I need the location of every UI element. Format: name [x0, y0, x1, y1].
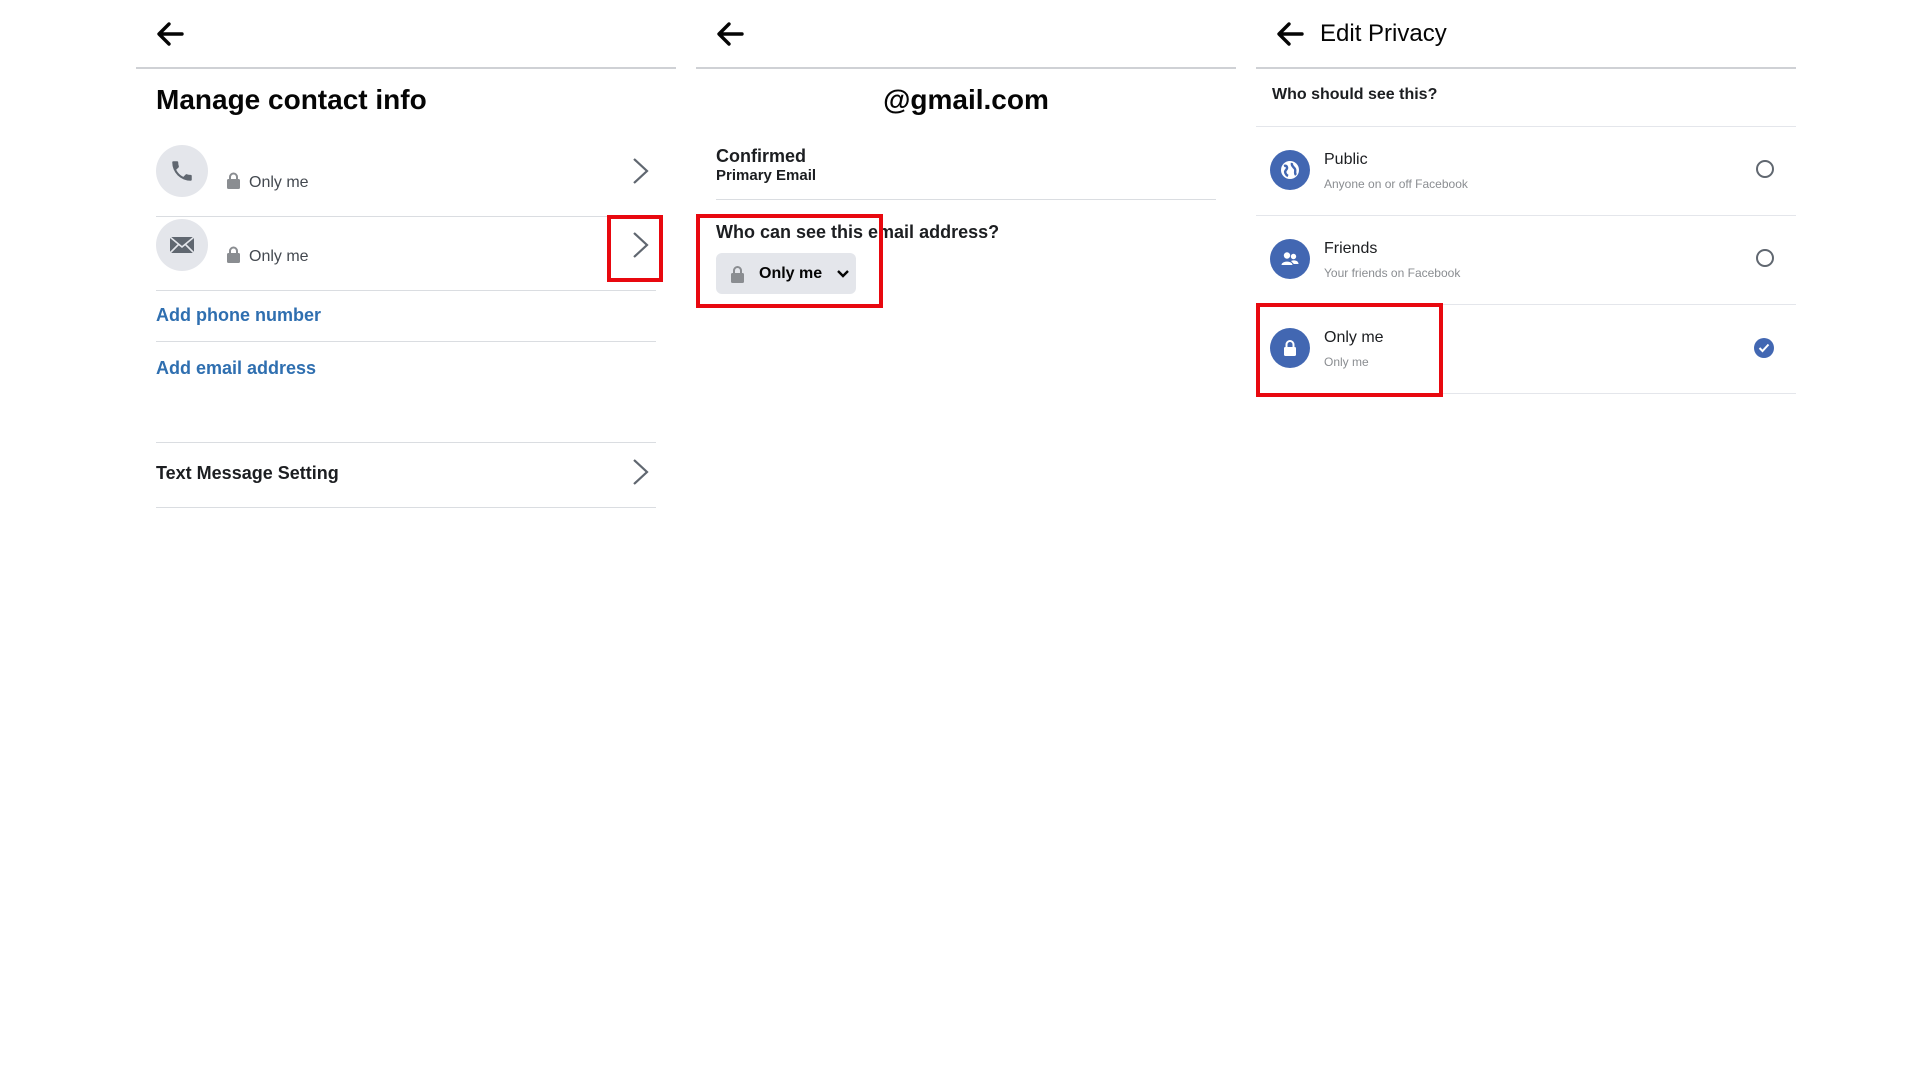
screen-title: Edit Privacy: [1320, 20, 1447, 47]
option-subtitle: Only me: [1324, 355, 1369, 369]
dropdown-value: Only me: [759, 264, 823, 282]
page-title: Manage contact info: [156, 84, 427, 115]
privacy-tag: Only me: [226, 246, 309, 268]
radio-button[interactable]: [1756, 249, 1774, 267]
lock-icon: [730, 265, 745, 283]
email-detail-screen: @gmail.com Confirmed Primary Email Who c…: [696, 0, 1236, 1080]
chevron-right-icon[interactable]: [630, 230, 652, 260]
lock-icon: [226, 246, 241, 268]
privacy-label: Only me: [249, 248, 309, 265]
option-title: Friends: [1324, 240, 1378, 257]
option-title: Public: [1324, 151, 1368, 168]
option-title: Only me: [1324, 329, 1384, 346]
checkmark-icon[interactable]: [1754, 338, 1774, 358]
top-bar: [136, 0, 676, 69]
privacy-tag: Only me: [226, 172, 309, 194]
chevron-right-icon[interactable]: [630, 457, 652, 487]
privacy-dropdown[interactable]: Only me: [716, 253, 856, 294]
back-arrow-icon[interactable]: [152, 16, 188, 52]
edit-privacy-screen: Edit Privacy Who should see this? Public…: [1256, 0, 1796, 1080]
radio-button[interactable]: [1756, 160, 1774, 178]
phone-contact-row[interactable]: Only me: [156, 142, 656, 217]
text-message-setting-row[interactable]: Text Message Setting: [156, 442, 656, 508]
top-bar: [696, 0, 1236, 69]
lock-icon: [1270, 328, 1310, 368]
option-subtitle: Anyone on or off Facebook: [1324, 177, 1468, 191]
email-status: Confirmed: [716, 146, 806, 166]
option-subtitle: Your friends on Facebook: [1324, 266, 1461, 280]
option-only-me[interactable]: Only me Only me: [1256, 304, 1796, 394]
back-arrow-icon[interactable]: [1272, 16, 1308, 52]
add-email-link[interactable]: Add email address: [156, 358, 316, 379]
phone-icon: [156, 145, 208, 197]
option-public[interactable]: Public Anyone on or off Facebook: [1256, 126, 1796, 215]
back-arrow-icon[interactable]: [712, 16, 748, 52]
privacy-label: Only me: [249, 174, 309, 191]
friends-icon: [1270, 239, 1310, 279]
divider: [716, 199, 1216, 200]
setting-label: Text Message Setting: [156, 463, 339, 483]
manage-contact-screen: Manage contact info Only me Only me Add …: [136, 0, 676, 1080]
globe-icon: [1270, 150, 1310, 190]
add-phone-link[interactable]: Add phone number: [156, 305, 321, 326]
email-contact-row[interactable]: Only me: [156, 216, 656, 291]
divider: [156, 341, 656, 342]
section-question: Who should see this?: [1272, 86, 1438, 103]
chevron-right-icon[interactable]: [630, 156, 652, 186]
visibility-question: Who can see this email address?: [716, 222, 1000, 242]
envelope-icon: [156, 219, 208, 271]
email-address: @gmail.com: [883, 84, 1049, 115]
top-bar: Edit Privacy: [1256, 0, 1796, 69]
email-type: Primary Email: [716, 167, 817, 184]
option-friends[interactable]: Friends Your friends on Facebook: [1256, 215, 1796, 304]
lock-icon: [226, 172, 241, 194]
chevron-down-icon: [836, 269, 850, 279]
